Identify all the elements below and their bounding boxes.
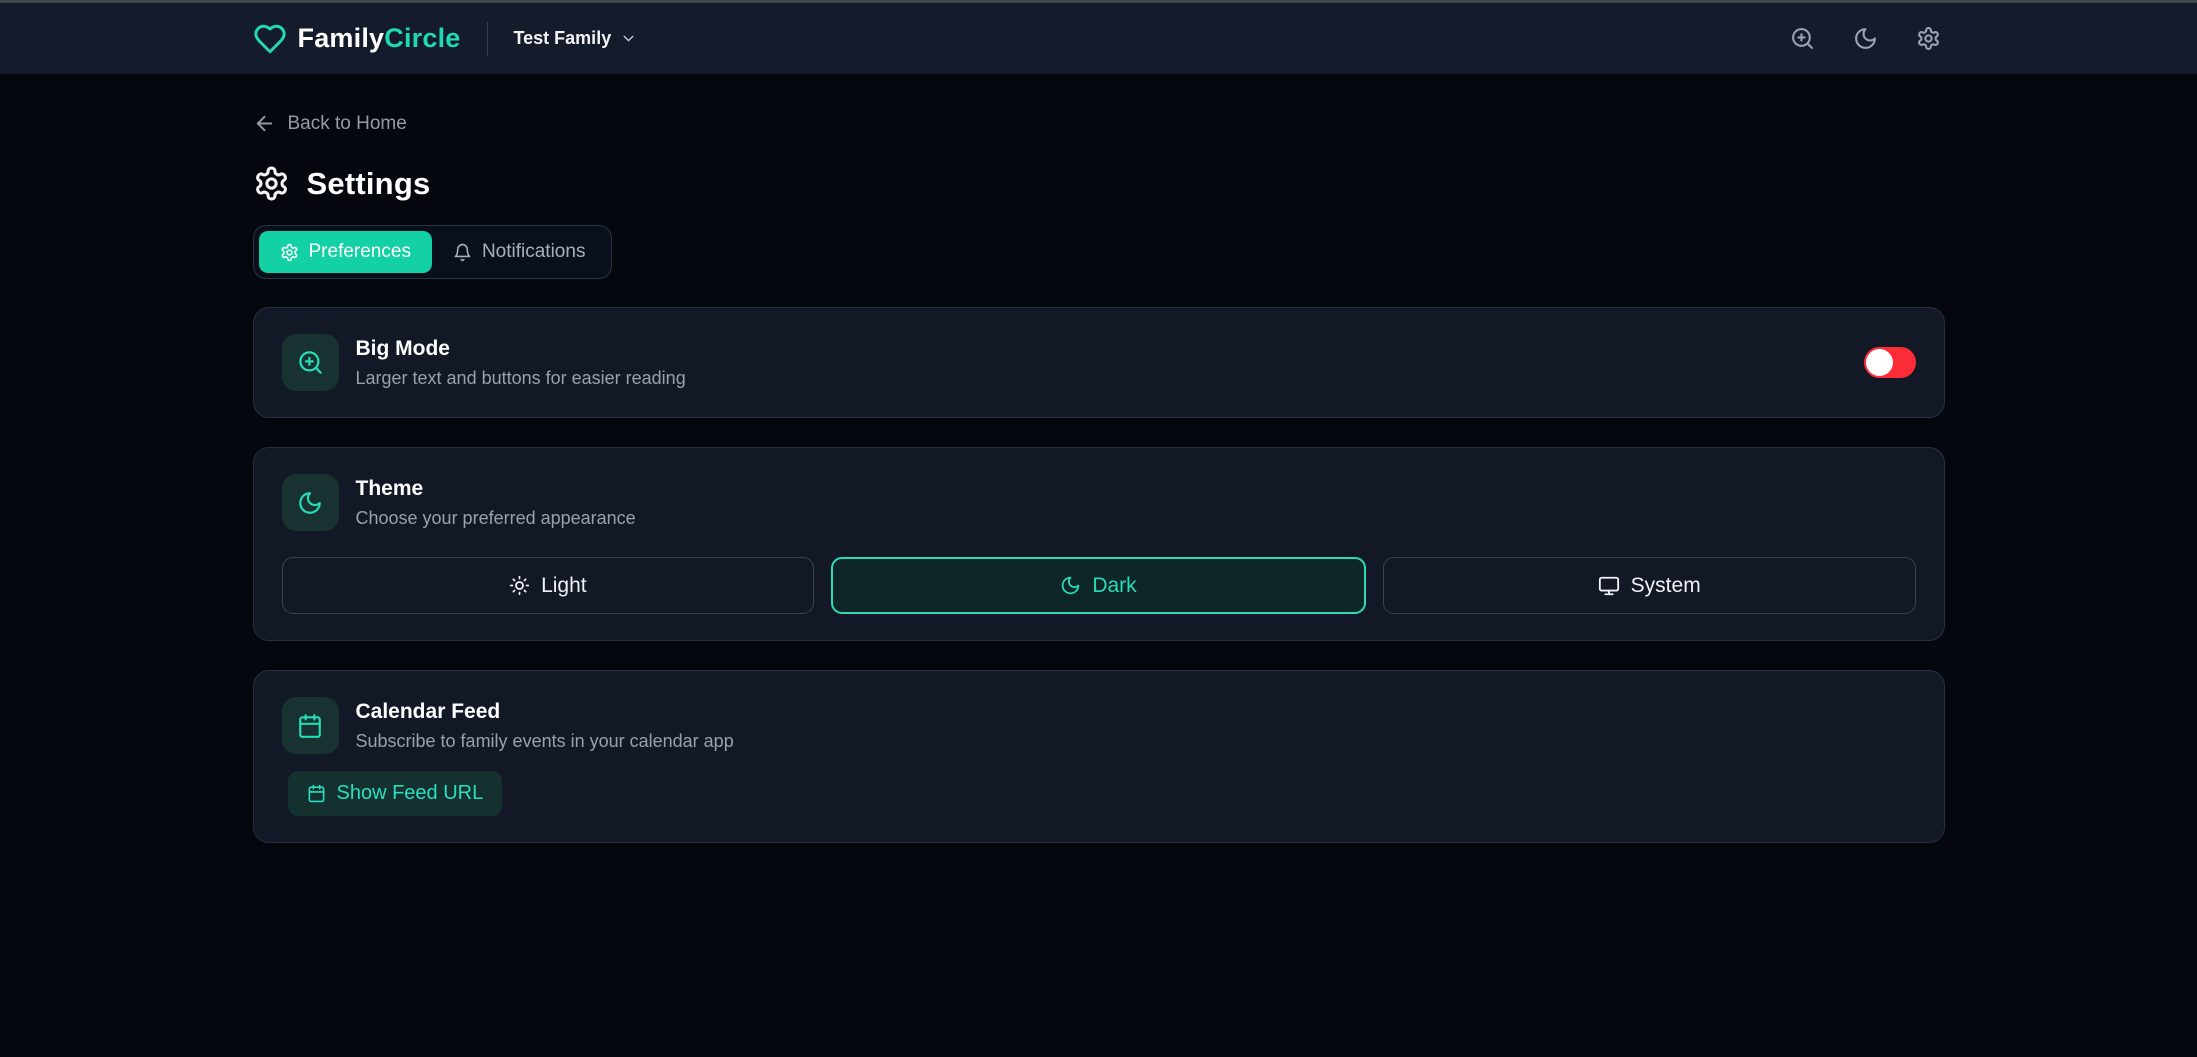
big-mode-title: Big Mode [356,337,686,361]
big-mode-card: Big Mode Larger text and buttons for eas… [253,307,1945,418]
theme-card: Theme Choose your preferred appearance L… [253,447,1945,641]
family-selector-label: Test Family [514,28,612,49]
theme-description: Choose your preferred appearance [356,508,636,529]
settings-page: Back to Home Settings Preferences Notifi… [253,74,1945,843]
big-mode-zoom-button[interactable] [1786,22,1819,55]
brand-name-part1: Family [298,23,385,53]
nav-divider [487,22,488,56]
show-feed-url-button[interactable]: Show Feed URL [288,771,503,816]
tab-preferences-label: Preferences [309,241,411,263]
big-mode-description: Larger text and buttons for easier readi… [356,368,686,389]
tab-notifications[interactable]: Notifications [432,231,607,273]
calendar-feed-card: Calendar Feed Subscribe to family events… [253,670,1945,843]
tab-preferences[interactable]: Preferences [259,231,432,273]
show-feed-url-label: Show Feed URL [337,782,484,805]
toggle-knob [1866,349,1893,376]
brand-name: FamilyCircle [298,23,461,54]
theme-option-system[interactable]: System [1383,557,1916,614]
theme-title: Theme [356,477,636,501]
zoom-in-icon [1790,26,1815,51]
gear-icon [253,165,290,202]
arrow-left-icon [253,112,276,135]
moon-icon [1060,575,1081,596]
brand-logo[interactable]: FamilyCircle [253,22,461,56]
family-selector[interactable]: Test Family [514,28,638,49]
back-to-home-link[interactable]: Back to Home [253,112,407,135]
theme-icon-box [282,474,339,531]
calendar-feed-description: Subscribe to family events in your calen… [356,731,734,752]
theme-option-light[interactable]: Light [282,557,815,614]
calendar-feed-title: Calendar Feed [356,700,734,724]
moon-icon [297,490,323,516]
theme-options: Light Dark System [282,557,1916,614]
monitor-icon [1598,575,1620,597]
heart-icon [253,22,287,56]
brand-name-part2: Circle [384,23,460,53]
big-mode-icon-box [282,334,339,391]
zoom-in-icon [297,349,324,376]
sun-icon [509,575,530,596]
settings-tabs: Preferences Notifications [253,225,613,279]
theme-option-dark[interactable]: Dark [831,557,1366,614]
back-to-home-label: Back to Home [288,113,407,135]
calendar-feed-icon-box [282,697,339,754]
settings-button[interactable] [1912,22,1945,55]
theme-option-system-label: System [1631,574,1701,598]
moon-icon [1853,26,1878,51]
calendar-icon [297,713,323,739]
tab-notifications-label: Notifications [482,241,586,263]
chevron-down-icon [620,30,637,47]
navbar: FamilyCircle Test Family [0,3,2197,74]
theme-option-light-label: Light [541,574,587,598]
theme-toggle-button[interactable] [1849,22,1882,55]
calendar-icon [307,784,326,803]
big-mode-toggle[interactable] [1864,347,1916,378]
page-title: Settings [307,166,431,202]
bell-icon [453,243,472,262]
gear-icon [1916,26,1941,51]
gear-icon [280,243,299,262]
page-title-row: Settings [253,165,1945,202]
theme-option-dark-label: Dark [1092,574,1136,598]
